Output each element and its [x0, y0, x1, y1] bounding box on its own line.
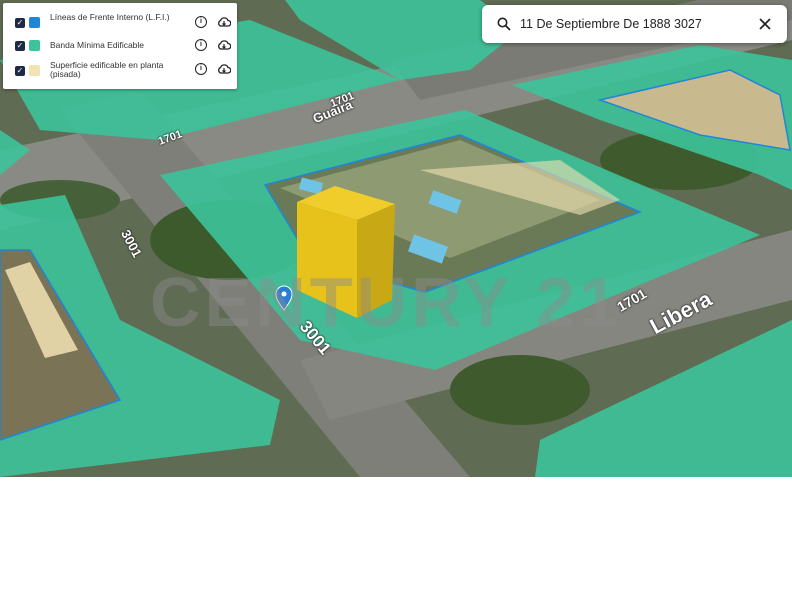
legend-swatch: [29, 17, 40, 28]
layer-checkbox[interactable]: ✓: [15, 41, 25, 51]
info-icon[interactable]: i: [195, 63, 207, 75]
cloud-download-icon[interactable]: [217, 16, 231, 28]
legend-swatch: [29, 40, 40, 51]
cloud-download-icon[interactable]: [217, 39, 231, 51]
watermark: CENTURY 21: [150, 263, 622, 341]
search-icon[interactable]: [497, 17, 511, 31]
address-search-box: [482, 5, 787, 43]
info-icon[interactable]: i: [195, 39, 207, 51]
cloud-download-icon[interactable]: [217, 63, 231, 75]
info-icon[interactable]: i: [195, 16, 207, 28]
legend-row-lfi: ✓ Líneas de Frente Interno (L.F.I.) i: [3, 8, 237, 34]
trees: [450, 355, 590, 425]
legend-row-band: ✓ Banda Mínima Edificable i: [3, 34, 237, 60]
close-icon[interactable]: [758, 17, 772, 31]
layer-legend: ✓ Líneas de Frente Interno (L.F.I.) i ✓ …: [3, 3, 237, 89]
legend-row-footprint: ✓ Superficie edificable en planta (pisad…: [3, 58, 237, 84]
address-search-input[interactable]: [520, 14, 750, 34]
legend-label: Líneas de Frente Interno (L.F.I.): [50, 12, 170, 22]
legend-label: Superficie edificable en planta (pisada): [50, 60, 164, 79]
legend-label: Banda Mínima Edificable: [50, 40, 145, 50]
layer-checkbox[interactable]: ✓: [15, 18, 25, 28]
legend-swatch: [29, 65, 40, 76]
layer-checkbox[interactable]: ✓: [15, 66, 25, 76]
